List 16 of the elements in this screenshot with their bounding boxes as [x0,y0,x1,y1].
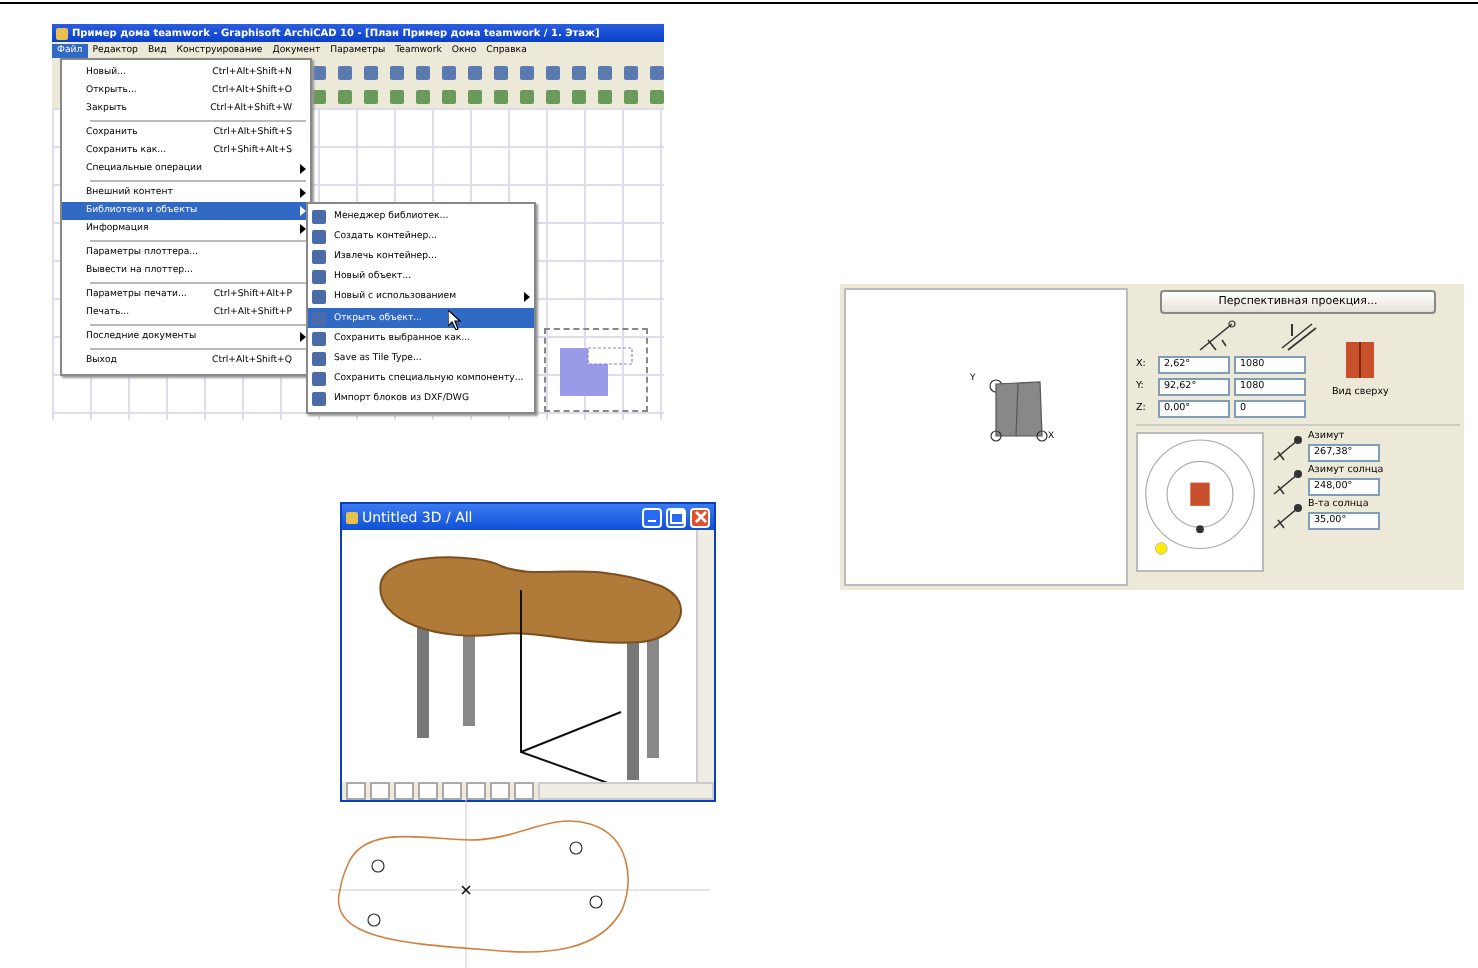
mouse-cursor-icon [448,310,462,330]
app-icon [56,27,68,39]
app-icon [346,511,358,523]
top-view-icon[interactable] [1344,340,1377,380]
angle-icon [1196,320,1240,352]
maximize-button[interactable] [666,507,686,527]
minimize-button[interactable] [642,507,662,527]
sun-angle-icon [1272,468,1304,496]
horizontal-scrollbar[interactable] [538,782,714,800]
close-button[interactable] [690,507,710,527]
sun-compass-drawing [1136,432,1264,572]
sun-angle-icon [1272,502,1304,530]
vertical-scrollbar[interactable] [696,530,714,782]
distance-icon [1276,320,1320,352]
sun-angle-icon [1272,434,1304,462]
selected-element [544,328,648,412]
